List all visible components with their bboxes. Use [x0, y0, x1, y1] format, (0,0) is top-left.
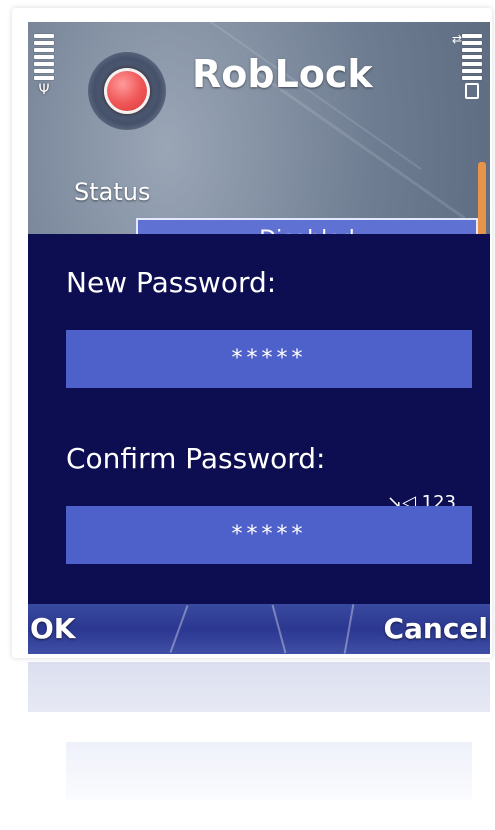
new-password-field[interactable]: ***** — [66, 330, 472, 388]
confirm-password-field[interactable]: ***** — [66, 506, 472, 564]
usb-icon: ⇄ — [451, 32, 462, 46]
new-password-label: New Password: — [66, 266, 277, 299]
app-title: RobLock — [192, 52, 373, 96]
screen-reflection — [28, 662, 490, 822]
confirm-password-label: Confirm Password: — [66, 442, 326, 475]
change-password-dialog: New Password: ***** Confirm Password: ↘◁… — [28, 234, 490, 604]
status-label: Status — [74, 178, 151, 206]
cancel-softkey[interactable]: Cancel — [383, 612, 488, 645]
reflection-softkey-bar — [28, 662, 490, 712]
signal-strength-icon: Ψ — [34, 34, 54, 97]
battery-icon — [462, 34, 482, 99]
reflection-field — [66, 742, 472, 800]
app-icon-frame — [88, 52, 166, 130]
record-dot-icon — [104, 68, 150, 114]
scrollbar[interactable] — [478, 162, 486, 242]
phone-frame: Ψ ⇄ RobLock Status Disabled New Password… — [12, 8, 492, 658]
softkey-bar: OK Cancel — [28, 604, 490, 654]
ok-softkey[interactable]: OK — [30, 612, 76, 645]
phone-screen: Ψ ⇄ RobLock Status Disabled New Password… — [28, 22, 490, 654]
